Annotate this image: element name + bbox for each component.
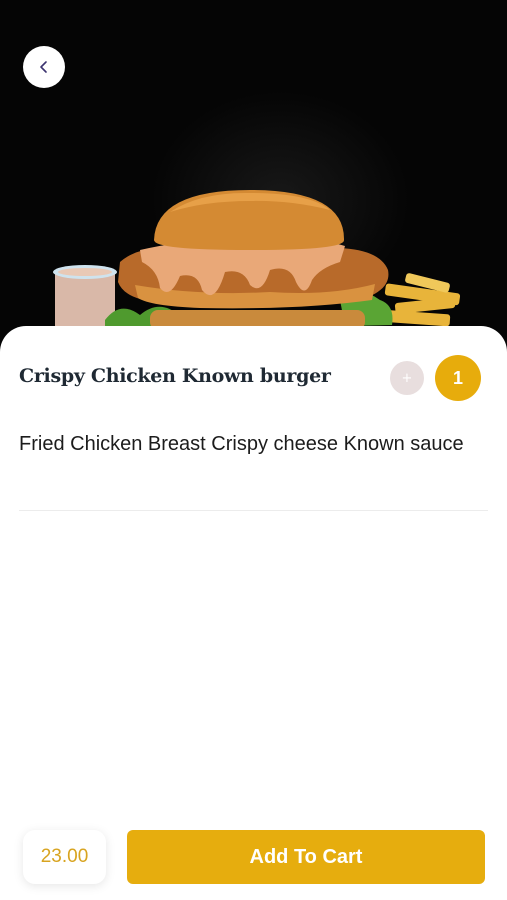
product-details-sheet: Crispy Chicken Known burger + 1 Fried Ch… bbox=[0, 326, 507, 900]
back-button[interactable] bbox=[23, 46, 65, 88]
product-description: Fried Chicken Breast Crispy cheese Known… bbox=[19, 433, 464, 455]
chevron-left-icon bbox=[40, 61, 47, 73]
product-image bbox=[0, 0, 507, 360]
increase-quantity-button[interactable]: + bbox=[390, 361, 424, 395]
burger-illustration bbox=[53, 190, 461, 330]
product-title: Crispy Chicken Known burger bbox=[19, 365, 331, 387]
quantity-badge: 1 bbox=[435, 355, 481, 401]
price-display: 23.00 bbox=[23, 830, 106, 884]
add-to-cart-button[interactable]: Add To Cart bbox=[127, 830, 485, 884]
divider bbox=[19, 510, 488, 511]
